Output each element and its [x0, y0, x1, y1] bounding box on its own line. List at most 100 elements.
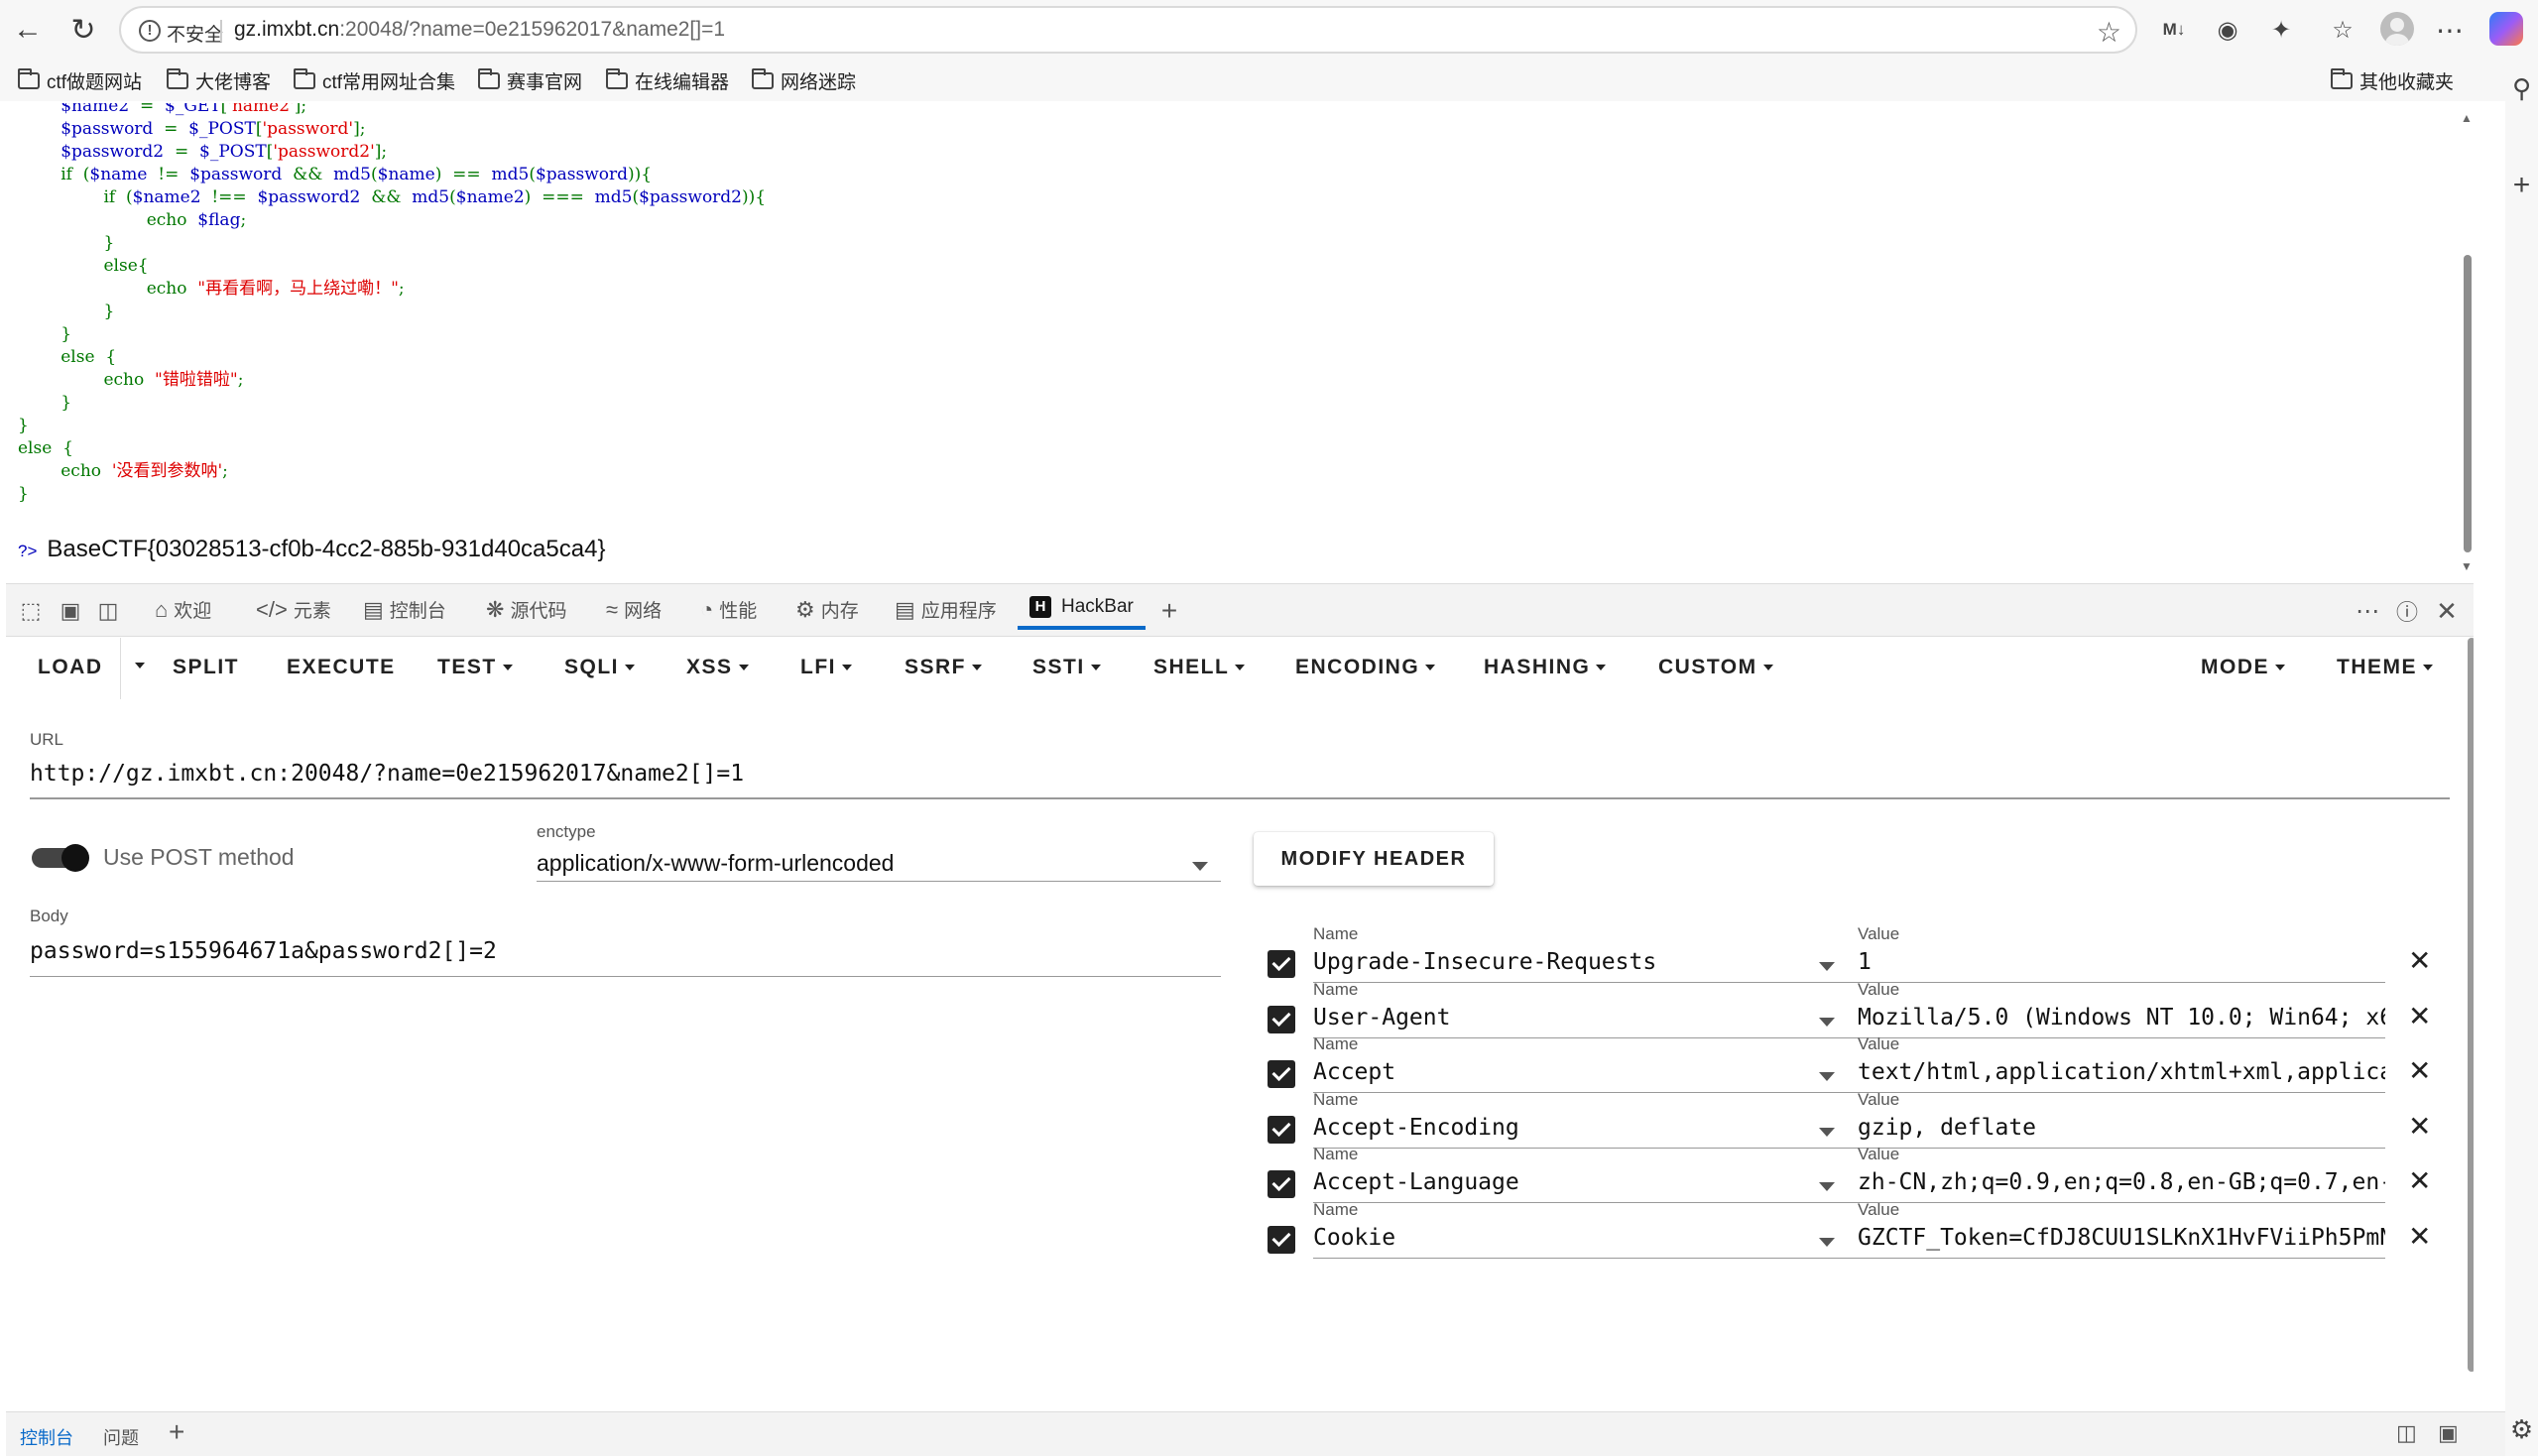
more-icon[interactable]: ⋯ — [2432, 12, 2468, 48]
hackbar-scrollbar[interactable] — [2468, 638, 2474, 1411]
bookmark-contest[interactable]: 赛事官网 — [478, 67, 582, 94]
address-bar[interactable]: ! 不安全 gz.imxbt.cn:20048/?name=0e21596201… — [119, 6, 2137, 54]
copilot-icon[interactable] — [2489, 12, 2523, 46]
reload-icon[interactable]: ↻ — [63, 10, 103, 50]
menu-ssrf[interactable]: SSRF — [905, 656, 983, 679]
back-icon[interactable]: ← — [8, 10, 48, 50]
menu-load[interactable]: LOAD — [38, 656, 103, 679]
menu-ssti[interactable]: SSTI — [1032, 656, 1101, 679]
menu-hashing[interactable]: HASHING — [1484, 656, 1607, 679]
avatar[interactable] — [2380, 12, 2414, 46]
header-name-input[interactable]: User-Agent — [1313, 1005, 1819, 1031]
gear-icon[interactable]: ⚙ — [2505, 1414, 2538, 1445]
device-icon[interactable]: ▣ — [56, 596, 85, 626]
reader-icon[interactable]: M↓ — [2156, 12, 2192, 48]
tab-welcome[interactable]: ⌂ 欢迎 — [155, 596, 211, 623]
bookmark-osint[interactable]: 网络迷踪 — [752, 67, 856, 94]
dock-icon[interactable]: ◫ — [93, 596, 123, 626]
header-name-input[interactable]: Accept — [1313, 1059, 1819, 1085]
extensions-icon[interactable]: ✦ — [2263, 12, 2299, 48]
search-icon[interactable]: ⚲ — [2505, 73, 2538, 104]
dropdown-arrow-icon[interactable] — [1819, 1182, 1835, 1191]
dropdown-arrow-icon[interactable] — [1819, 962, 1835, 971]
expand-icon[interactable]: ▣ — [2438, 1420, 2459, 1446]
drawer-tab-console[interactable]: 控制台 — [20, 1424, 73, 1450]
menu-encoding[interactable]: ENCODING — [1295, 656, 1436, 679]
close-icon[interactable]: ✕ — [2408, 1164, 2431, 1197]
body-input[interactable]: password=s155964671a&password2[]=2 — [30, 938, 497, 964]
address-url[interactable]: gz.imxbt.cn:20048/?name=0e215962017&name… — [234, 18, 725, 42]
bookmark-editor[interactable]: 在线编辑器 — [606, 67, 729, 94]
dropdown-arrow-icon[interactable] — [1819, 1072, 1835, 1081]
header-name-input[interactable]: Accept-Language — [1313, 1169, 1819, 1195]
menu-load-dropdown[interactable] — [129, 654, 145, 677]
tab-sources[interactable]: ❋ 源代码 — [486, 596, 566, 623]
star-icon[interactable]: ☆ — [2097, 16, 2121, 49]
add-tab-icon[interactable]: + — [169, 1416, 184, 1448]
header-value-input[interactable]: 1 — [1858, 949, 2385, 975]
menu-sqli[interactable]: SQLI — [564, 656, 636, 679]
header-checkbox[interactable] — [1268, 1116, 1295, 1144]
dropdown-arrow-icon[interactable] — [1819, 1018, 1835, 1027]
header-name-input[interactable]: Upgrade-Insecure-Requests — [1313, 949, 1819, 975]
help-icon[interactable]: ⓘ — [2392, 596, 2422, 626]
header-value-input[interactable]: text/html,application/xhtml+xml,applicat… — [1858, 1059, 2385, 1085]
favorites-icon[interactable]: ☆ — [2325, 12, 2360, 48]
more-icon[interactable]: ⋯ — [2353, 596, 2382, 626]
tab-network[interactable]: ≈ 网络 — [606, 596, 662, 623]
header-value-input[interactable]: zh-CN,zh;q=0.9,en;q=0.8,en-GB;q=0.7,en-U… — [1858, 1169, 2385, 1195]
close-icon[interactable]: ✕ — [2408, 1110, 2431, 1143]
dock-side-icon[interactable]: ◫ — [2396, 1420, 2417, 1446]
tab-console[interactable]: ▤ 控制台 — [363, 596, 446, 623]
header-checkbox[interactable] — [1268, 1226, 1295, 1254]
menu-shell[interactable]: SHELL — [1153, 656, 1246, 679]
close-icon[interactable]: ✕ — [2432, 596, 2462, 626]
close-icon[interactable]: ✕ — [2408, 944, 2431, 977]
page-scrollbar[interactable]: ▲ ▼ — [2460, 111, 2474, 577]
close-icon[interactable]: ✕ — [2408, 1000, 2431, 1032]
tab-elements[interactable]: </> 元素 — [256, 596, 331, 623]
add-tab-icon[interactable]: + — [1154, 595, 1184, 626]
record-icon[interactable]: ◉ — [2210, 12, 2245, 48]
menu-theme[interactable]: THEME — [2337, 656, 2433, 679]
url-input[interactable]: http://gz.imxbt.cn:20048/?name=0e2159620… — [30, 761, 744, 787]
add-icon[interactable]: + — [2505, 169, 2538, 202]
header-value-input[interactable]: gzip, deflate — [1858, 1115, 2385, 1141]
header-value-input[interactable]: GZCTF_Token=CfDJ8CUU1SLKnX1HvFViiPh5PmN — [1858, 1225, 2385, 1251]
bookmark-ctf-sites[interactable]: ctf做题网站 — [18, 67, 142, 94]
dropdown-arrow-icon[interactable] — [1192, 862, 1208, 871]
modify-header-button[interactable]: MODIFY HEADER — [1254, 832, 1494, 886]
dropdown-arrow-icon[interactable] — [1819, 1128, 1835, 1137]
inspect-icon[interactable]: ⬚ — [16, 596, 46, 626]
close-icon[interactable]: ✕ — [2408, 1054, 2431, 1087]
enctype-select[interactable]: application/x-www-form-urlencoded — [537, 850, 894, 877]
menu-custom[interactable]: CUSTOM — [1658, 656, 1773, 679]
dropdown-arrow-icon[interactable] — [1819, 1238, 1835, 1247]
scroll-thumb[interactable] — [2468, 638, 2474, 1372]
header-name-input[interactable]: Accept-Encoding — [1313, 1115, 1819, 1141]
header-checkbox[interactable] — [1268, 1170, 1295, 1198]
tab-memory[interactable]: ⚙ 内存 — [795, 596, 859, 623]
scroll-thumb[interactable] — [2464, 255, 2472, 552]
scroll-down-icon[interactable]: ▼ — [2460, 559, 2474, 573]
menu-test[interactable]: TEST — [437, 656, 513, 679]
header-checkbox[interactable] — [1268, 1006, 1295, 1033]
header-name-input[interactable]: Cookie — [1313, 1225, 1819, 1251]
bookmark-blogs[interactable]: 大佬博客 — [167, 67, 271, 94]
tab-performance[interactable]: ◔ 性能 — [700, 596, 757, 623]
post-toggle[interactable] — [32, 842, 89, 872]
tab-application[interactable]: ▤ 应用程序 — [895, 596, 997, 623]
scroll-up-icon[interactable]: ▲ — [2460, 111, 2474, 125]
close-icon[interactable]: ✕ — [2408, 1220, 2431, 1253]
menu-mode[interactable]: MODE — [2201, 656, 2285, 679]
menu-execute[interactable]: EXECUTE — [287, 656, 396, 679]
tab-hackbar[interactable]: H HackBar — [1018, 596, 1146, 630]
bookmark-ctf-links[interactable]: ctf常用网址合集 — [294, 67, 455, 94]
bookmark-other[interactable]: 其他收藏夹 — [2331, 67, 2454, 94]
menu-xss[interactable]: XSS — [686, 656, 749, 679]
header-checkbox[interactable] — [1268, 950, 1295, 978]
header-checkbox[interactable] — [1268, 1060, 1295, 1088]
drawer-tab-issues[interactable]: 问题 — [103, 1424, 139, 1450]
menu-lfi[interactable]: LFI — [800, 656, 852, 679]
header-value-input[interactable]: Mozilla/5.0 (Windows NT 10.0; Win64; x64 — [1858, 1005, 2385, 1031]
